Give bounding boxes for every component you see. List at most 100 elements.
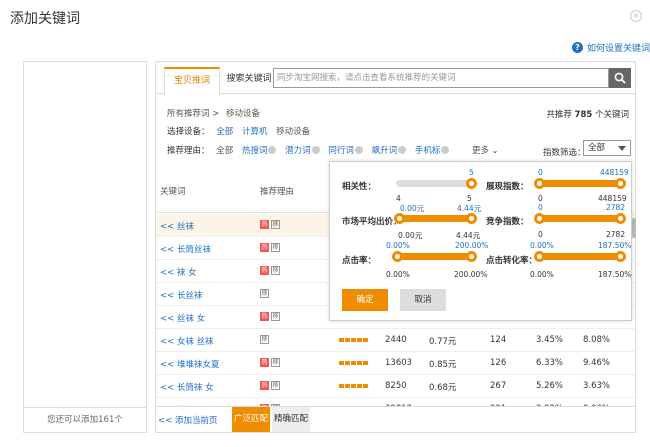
index-filter-select[interactable]: 全部	[583, 140, 631, 156]
competition-slider-track[interactable]	[538, 215, 622, 222]
ctr-max: 200.00%	[454, 270, 488, 279]
breadcrumb-all[interactable]: 所有推荐词 >	[167, 109, 219, 119]
reason-hot[interactable]: 热搜词	[242, 146, 268, 156]
help-icon[interactable]	[441, 146, 450, 154]
metric-v4: 6.33%	[536, 358, 564, 368]
display-index-min-handle[interactable]	[534, 178, 545, 189]
reason-mobile[interactable]: 手机标	[415, 146, 441, 156]
device-label: 选择设备：	[167, 127, 210, 137]
reason-potential[interactable]: 潜力词	[285, 146, 311, 156]
mobile-tag: 移	[260, 335, 269, 344]
total-count-label: 共推荐 785 个关键词	[546, 110, 629, 120]
search-button[interactable]	[609, 68, 631, 88]
display-index-top-max: 448159	[600, 168, 629, 177]
keyword-add-link[interactable]: << 袜 女	[160, 266, 197, 278]
reason-rising[interactable]: 飙升词	[372, 146, 398, 156]
search-icon	[614, 72, 626, 84]
cvr-slider-track[interactable]	[538, 253, 622, 260]
help-link[interactable]: ? 如何设置关键词	[572, 41, 650, 54]
metric-v5: 9.46%	[583, 358, 611, 368]
mobile-tag: 移	[271, 381, 280, 390]
avg-price-min-handle[interactable]	[394, 213, 405, 224]
relevance-slider-track[interactable]	[396, 180, 472, 187]
relevance-min: 4	[396, 194, 401, 203]
mobile-tag: 移	[271, 266, 280, 275]
metric-v3: 267	[490, 381, 507, 391]
help-icon[interactable]	[398, 146, 407, 154]
table-row: << 堆堆袜女夏 热移 13603 0.85元 126 6.33% 9.46%	[156, 352, 635, 375]
cvr-top-min: 0.00%	[530, 241, 554, 250]
competition-max: 2782	[606, 230, 626, 239]
scrollbar[interactable]	[632, 218, 636, 238]
display-index-label: 展现指数：	[486, 182, 529, 192]
more-toggle[interactable]: 更多	[472, 146, 489, 156]
ctr-label: 点击率：	[342, 256, 377, 266]
metric-v3: 124	[490, 335, 507, 345]
keyword-add-link[interactable]: << 丝袜	[160, 220, 194, 232]
chevron-down-icon[interactable]: ⌄	[489, 146, 499, 155]
display-index-slider-track[interactable]	[538, 180, 622, 187]
keyword-search-input[interactable]: 同步淘宝网搜索，请点击查看系统推荐的关键词	[273, 68, 609, 88]
keyword-add-link[interactable]: << 长丝袜	[160, 289, 202, 301]
tab-search-keywords[interactable]: 搜索关键词	[224, 67, 274, 94]
tab-item-recommend[interactable]: 宝贝推词	[164, 67, 220, 95]
competition-top-min: 0	[538, 203, 543, 212]
relevance-bars	[339, 384, 369, 388]
device-computer[interactable]: 计算机	[242, 127, 268, 137]
keyword-add-link[interactable]: << 丝袜 女	[160, 312, 205, 324]
keyword-add-link[interactable]: << 长筒丝袜	[160, 243, 211, 255]
relevance-label: 相关性：	[342, 182, 377, 192]
avg-price-slider-track[interactable]	[398, 215, 472, 222]
keyword-add-link[interactable]: << 长筒袜 女	[160, 381, 214, 393]
device-mobile[interactable]: 移动设备	[276, 127, 310, 137]
competition-max-handle[interactable]	[615, 213, 626, 224]
relevance-max: 5	[467, 194, 472, 203]
cancel-button[interactable]: 取消	[400, 289, 446, 311]
avg-price-max-handle[interactable]	[466, 213, 477, 224]
reason-tags: 热移	[260, 381, 280, 390]
reason-peer[interactable]: 同行词	[328, 146, 354, 156]
close-icon[interactable]: ×	[630, 10, 642, 22]
reason-tags: 热移	[260, 220, 280, 229]
ctr-slider-track[interactable]	[396, 253, 472, 260]
keyword-add-link[interactable]: << 女袜 丝袜	[160, 335, 214, 347]
breadcrumb-current: 移动设备	[226, 109, 261, 119]
competition-label: 竞争指数：	[486, 217, 529, 227]
ctr-top-min: 0.00%	[386, 241, 410, 250]
display-index-top-min: 0	[538, 168, 543, 177]
mobile-tag: 移	[271, 243, 280, 252]
exact-match-button[interactable]: 精确匹配	[272, 407, 310, 432]
dialog-title: 添加关键词	[10, 11, 80, 27]
reason-tags: 移	[260, 335, 269, 344]
metric-v2: 0.77元	[429, 337, 457, 347]
device-filter: 选择设备： 全部 计算机 移动设备	[167, 125, 310, 137]
ctr-min-handle[interactable]	[392, 251, 403, 262]
broad-match-button[interactable]: 广泛匹配	[232, 407, 270, 432]
ctr-min: 0.00%	[386, 270, 410, 279]
metric-v3: 126	[490, 358, 507, 368]
device-all[interactable]: 全部	[216, 127, 233, 137]
relevance-slider-handle[interactable]	[466, 178, 477, 189]
metric-v1: 13603	[385, 358, 413, 368]
help-icon[interactable]	[354, 146, 363, 154]
cvr-max-handle[interactable]	[615, 251, 626, 262]
table-row: << 长筒袜 女 热移 8250 0.68元 267 5.26% 3.63%	[156, 375, 635, 398]
reason-tags: 热移	[260, 358, 280, 367]
index-filter-label: 指数筛选：	[543, 148, 586, 158]
reason-label: 推荐理由：	[167, 146, 210, 156]
help-icon[interactable]	[311, 146, 320, 154]
avg-price-label: 市场平均出价：	[342, 217, 402, 227]
reason-all[interactable]: 全部	[216, 146, 233, 156]
display-index-max-handle[interactable]	[615, 178, 626, 189]
confirm-button[interactable]: 确定	[342, 289, 388, 311]
help-icon[interactable]	[268, 146, 277, 154]
index-filter-popup: 相关性： 5 4 5 展现指数： 0 448159 0 448159 市场平均出…	[329, 161, 632, 321]
reason-tags: 热移	[260, 312, 280, 321]
keyword-add-link[interactable]: << 堆堆袜女夏	[160, 358, 219, 370]
competition-min-handle[interactable]	[534, 213, 545, 224]
cvr-min: 0.00%	[530, 270, 554, 279]
add-current-page-link[interactable]: << 添加当前页	[158, 414, 217, 426]
ctr-max-handle[interactable]	[466, 251, 477, 262]
cvr-min-handle[interactable]	[534, 251, 545, 262]
mobile-tag: 移	[271, 358, 280, 367]
